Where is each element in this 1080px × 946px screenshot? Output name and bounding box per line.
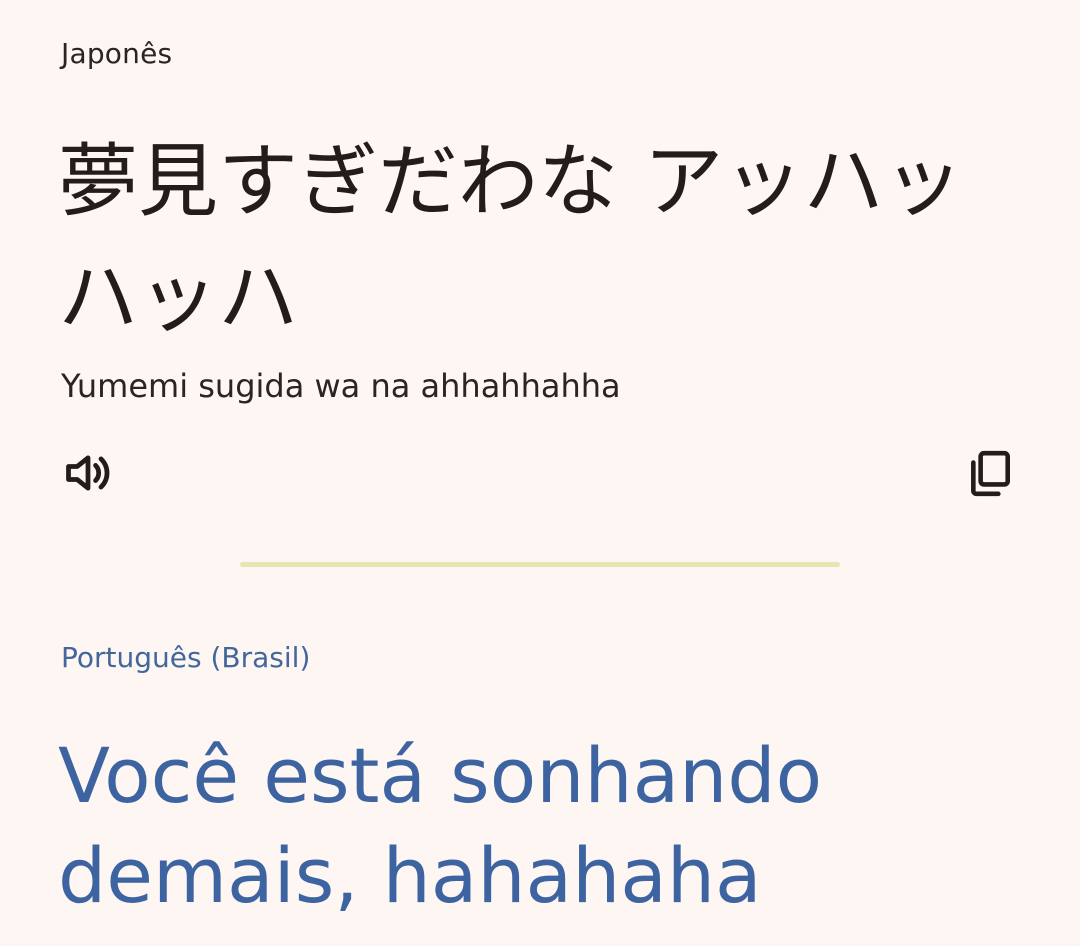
listen-button[interactable] <box>56 441 120 505</box>
source-text: 夢見すぎだわな アッハッハッハ <box>58 135 964 344</box>
copy-icon <box>971 450 1010 497</box>
translated-text: Você está sonhando demais, hahahaha <box>58 731 823 920</box>
copy-button[interactable] <box>958 441 1022 505</box>
target-language-label: Português (Brasil) <box>61 641 311 674</box>
source-romanization: Yumemi sugida wa na ahhahhahha <box>61 367 621 405</box>
source-language-label: Japonês <box>61 37 173 70</box>
section-divider <box>240 562 840 567</box>
speaker-icon <box>66 455 110 491</box>
